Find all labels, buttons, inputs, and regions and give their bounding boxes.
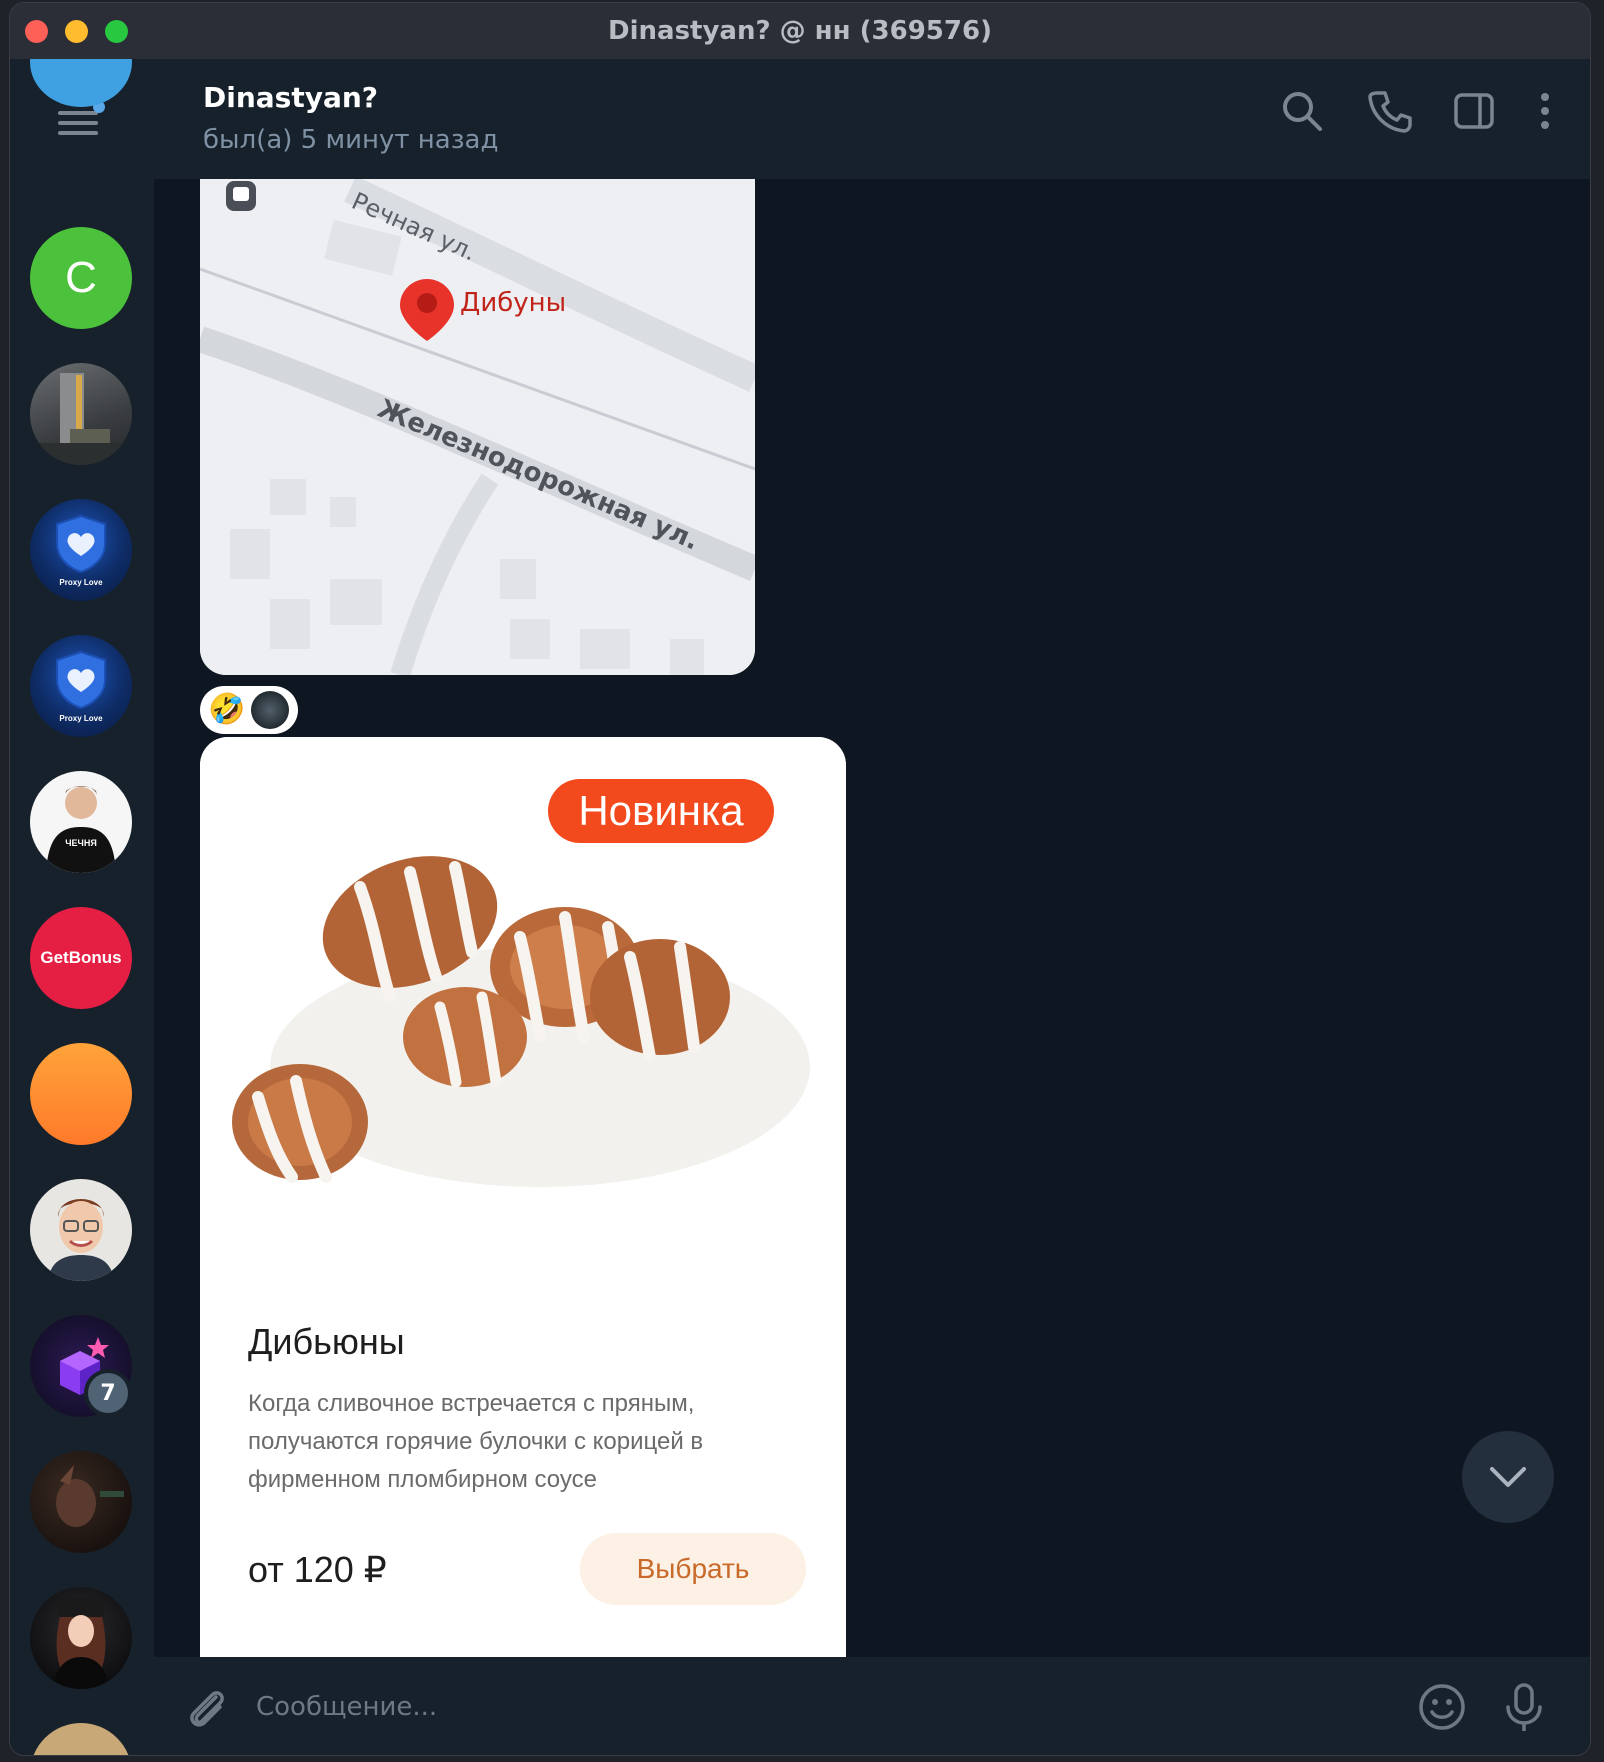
search-icon[interactable] xyxy=(1278,87,1326,135)
chat-avatar-woman[interactable] xyxy=(30,1587,132,1689)
person-photo xyxy=(52,1597,110,1689)
avatar-caption: Proxy Love xyxy=(59,713,103,723)
chat-list-sidebar: C Proxy Love Proxy Love ЧЕЧНЯ GetBonus 7 xyxy=(10,59,154,1755)
chat-avatar-proxy-love[interactable]: Proxy Love xyxy=(30,499,132,601)
phone-icon[interactable] xyxy=(1366,87,1414,135)
chat-avatar-person[interactable] xyxy=(30,1179,132,1281)
chevron-down-icon xyxy=(1490,1467,1526,1487)
shirt-text: ЧЕЧНЯ xyxy=(65,838,97,848)
choose-button[interactable]: Выбрать xyxy=(580,1533,806,1605)
message-reactions[interactable]: 🤣 xyxy=(200,686,298,734)
shield-heart-icon xyxy=(56,514,106,573)
avatar-letter: C xyxy=(65,253,97,302)
dark-photo xyxy=(56,1465,124,1527)
place-label: Дибуны xyxy=(460,288,566,318)
product-price: от 120 ₽ xyxy=(248,1549,387,1590)
scroll-to-bottom-button[interactable] xyxy=(1462,1431,1554,1523)
chat-avatar-proxy-love-2[interactable]: Proxy Love xyxy=(30,635,132,737)
chat-avatar-partial[interactable] xyxy=(30,1723,132,1755)
chat-avatar-photo[interactable] xyxy=(30,363,132,465)
new-badge: Новинка xyxy=(548,779,774,843)
room-photo xyxy=(30,373,132,465)
title-bar: Dinastyan? @ нн (369576) xyxy=(10,3,1590,59)
window-controls xyxy=(25,20,128,43)
product-card-message[interactable]: Новинка Дибьюны Когда сливочное встречае… xyxy=(200,737,846,1657)
attach-icon[interactable] xyxy=(180,1681,232,1733)
chat-header: Dinastyan? был(а) 5 минут назад xyxy=(154,59,1590,179)
avatar-caption: Proxy Love xyxy=(59,577,103,587)
person-photo xyxy=(48,1199,114,1281)
reaction-emoji: 🤣 xyxy=(208,692,246,727)
emoji-icon[interactable] xyxy=(1416,1681,1468,1733)
zoom-window-button[interactable] xyxy=(105,20,128,43)
reactor-avatar xyxy=(251,691,290,729)
telegram-window: Dinastyan? @ нн (369576) C Proxy Love Pr… xyxy=(10,3,1590,1755)
person-photo: ЧЕЧНЯ xyxy=(46,786,116,873)
product-name: Дибьюны xyxy=(248,1321,405,1362)
shield-heart-icon xyxy=(56,650,106,709)
sidebar-toggle-icon[interactable] xyxy=(1450,87,1498,135)
map-image: Речная ул. Дибуны Железнодорожная ул. xyxy=(200,179,755,675)
menu-icon[interactable] xyxy=(58,101,106,141)
message-list[interactable]: Речная ул. Дибуны Железнодорожная ул. 🤣 xyxy=(154,179,1590,1657)
product-description: Когда сливочное встречается с пряным, по… xyxy=(248,1390,704,1493)
message-input[interactable] xyxy=(254,1679,1358,1735)
chat-avatar-getbonus[interactable]: GetBonus xyxy=(30,907,132,1009)
message-composer xyxy=(154,1657,1590,1755)
close-window-button[interactable] xyxy=(25,20,48,43)
chat-title[interactable]: Dinastyan? xyxy=(203,81,378,114)
chat-avatar-orange[interactable] xyxy=(30,1043,132,1145)
last-seen-status: был(а) 5 минут назад xyxy=(203,125,499,155)
chat-avatar-man[interactable]: ЧЕЧНЯ xyxy=(30,771,132,873)
chat-avatar-dark[interactable] xyxy=(30,1451,132,1553)
microphone-icon[interactable] xyxy=(1498,1681,1550,1733)
chat-avatar-c[interactable]: C xyxy=(30,227,132,329)
chat-avatar[interactable] xyxy=(30,59,132,107)
avatar-text: GetBonus xyxy=(40,948,122,967)
unread-badge: 7 xyxy=(88,1373,128,1413)
minimize-window-button[interactable] xyxy=(65,20,88,43)
location-map-message[interactable]: Речная ул. Дибуны Железнодорожная ул. xyxy=(200,179,755,675)
more-options-icon[interactable] xyxy=(1530,87,1560,135)
window-title: Dinastyan? @ нн (369576) xyxy=(608,16,992,46)
